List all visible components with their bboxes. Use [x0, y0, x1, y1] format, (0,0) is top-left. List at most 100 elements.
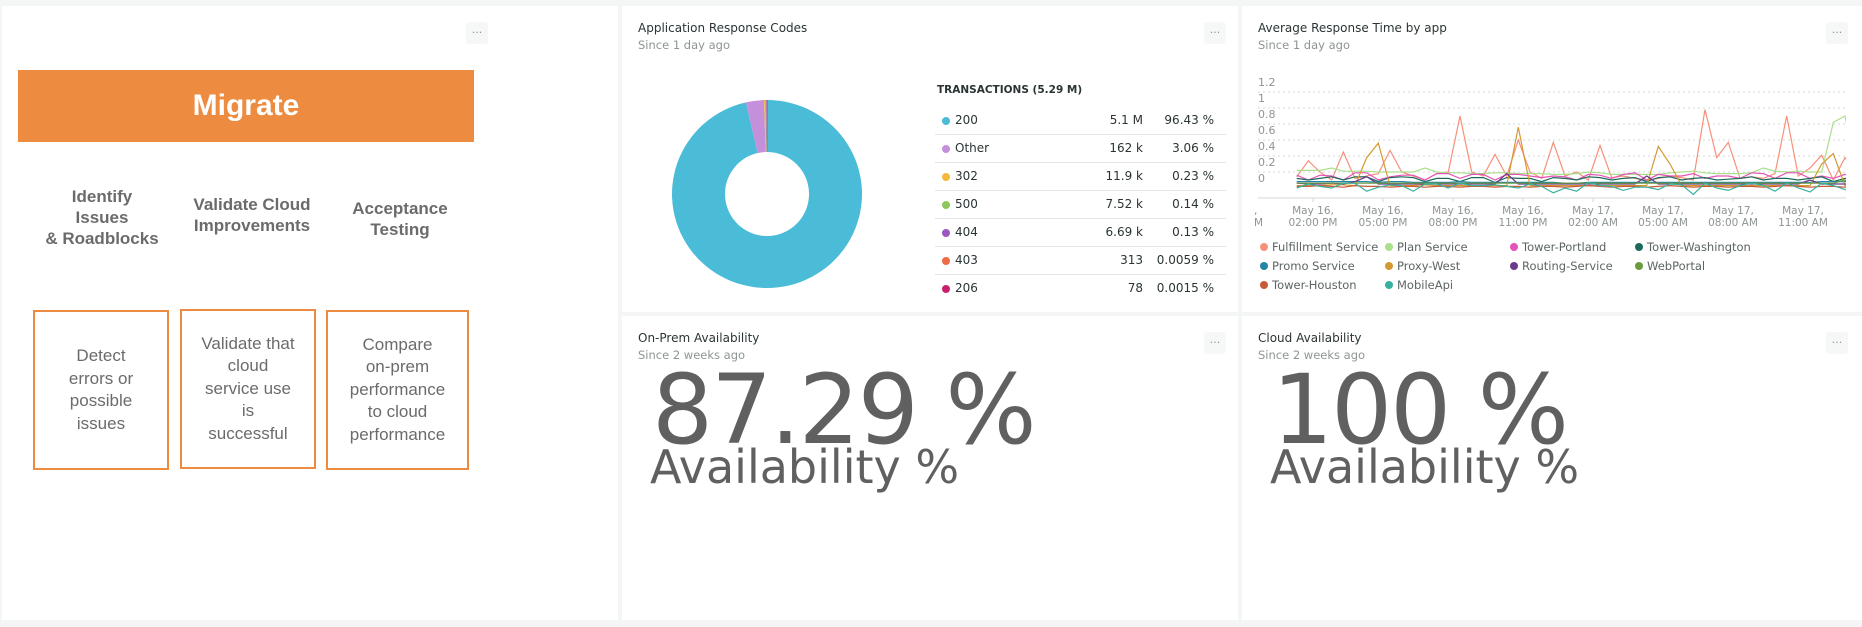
step-box-compare: Compare on-prem performance to cloud per…	[326, 310, 469, 470]
x-tick-label: May 17, 02:00 AM	[1568, 205, 1618, 226]
response-code: Other	[955, 141, 990, 155]
widget-title: Cloud Availability	[1258, 331, 1362, 345]
transaction-row[interactable]: 404 6.69 k 0.13 %	[935, 219, 1226, 247]
legend-item[interactable]: WebPortal	[1635, 259, 1705, 273]
legend-dot-icon	[942, 145, 950, 153]
column-heading-identify: Identify Issues & Roadblocks	[45, 187, 159, 248]
x-tick-label: May 17, 08:00 AM	[1708, 205, 1758, 226]
x-tick-label: May 16, 02:00 PM	[1289, 205, 1338, 226]
legend-dot-icon	[942, 201, 950, 209]
y-tick-label: 0.2	[1258, 156, 1276, 169]
legend-dot-icon	[1385, 262, 1393, 270]
series-line-fulfillment-service[interactable]	[1296, 109, 1862, 182]
legend-item[interactable]: MobileApi	[1385, 278, 1453, 292]
column-heading-acceptance: Acceptance Testing	[352, 199, 448, 239]
response-code: 404	[955, 225, 978, 239]
legend-item[interactable]: Fulfillment Service	[1260, 240, 1378, 254]
widget-menu-button[interactable]: ...	[466, 22, 488, 44]
legend-item[interactable]: Tower-Washington	[1635, 240, 1751, 254]
transaction-count: 7.52 k	[1105, 197, 1143, 211]
legend-label: Tower-Washington	[1647, 240, 1751, 254]
y-tick-label: 0.4	[1258, 140, 1276, 153]
legend-label: Proxy-West	[1397, 259, 1461, 273]
legend-item[interactable]: Proxy-West	[1385, 259, 1460, 273]
response-code: 302	[955, 169, 978, 183]
legend-item[interactable]: Tower-Houston	[1260, 278, 1357, 292]
legend-dot-icon	[1385, 243, 1393, 251]
widget-title: Average Response Time by app	[1258, 21, 1447, 35]
y-tick-label: 1	[1258, 92, 1265, 105]
transaction-count: 11.9 k	[1105, 169, 1143, 183]
transaction-count: 78	[1127, 281, 1143, 295]
legend-item[interactable]: Promo Service	[1260, 259, 1355, 273]
widget-subtitle: Since 1 day ago	[1258, 38, 1350, 52]
widget-menu-button[interactable]: ...	[1204, 332, 1226, 354]
response-codes-widget: Application Response Codes Since 1 day a…	[622, 6, 1238, 312]
legend-dot-icon	[1510, 262, 1518, 270]
transaction-row[interactable]: 206 78 0.0015 %	[935, 275, 1226, 303]
legend-dot-icon	[942, 285, 950, 293]
transactions-header: TRANSACTIONS (5.29 M)	[937, 84, 1083, 96]
widget-subtitle: Since 1 day ago	[638, 38, 730, 52]
widget-title: On-Prem Availability	[638, 331, 760, 345]
legend-label: WebPortal	[1647, 259, 1706, 273]
response-code: 206	[955, 281, 978, 295]
legend-dot-icon	[942, 173, 950, 181]
widget-title: Application Response Codes	[638, 21, 808, 35]
column-heading-validate: Validate Cloud Improvements	[193, 195, 311, 235]
transaction-count: 5.1 M	[1109, 113, 1143, 127]
transaction-row[interactable]: 403 313 0.0059 %	[935, 247, 1226, 275]
transaction-row[interactable]: 500 7.52 k 0.14 %	[935, 191, 1226, 219]
x-tick-label: May 17, 05:00 AM	[1638, 205, 1688, 226]
availability-label: Availability %	[650, 440, 960, 494]
transaction-count: 313	[1120, 253, 1143, 267]
migrate-banner: Migrate	[18, 70, 474, 142]
legend-dot-icon	[1260, 281, 1268, 289]
x-tick-label: May 17, 11:00 AM	[1778, 205, 1828, 226]
onprem-availability-widget: On-Prem Availability Since 2 weeks ago .…	[622, 316, 1238, 620]
legend-dot-icon	[1635, 262, 1643, 270]
legend-label: Tower-Houston	[1272, 278, 1357, 292]
legend-label: Fulfillment Service	[1272, 240, 1379, 254]
availability-label: Availability %	[1270, 440, 1580, 494]
response-code: 500	[955, 197, 978, 211]
legend-label: Tower-Portland	[1522, 240, 1607, 254]
transaction-percent: 0.0015 %	[1156, 281, 1214, 295]
transaction-row[interactable]: Other 162 k 3.06 %	[935, 135, 1226, 163]
legend-item[interactable]: Plan Service	[1385, 240, 1468, 254]
legend-item[interactable]: Tower-Portland	[1510, 240, 1606, 254]
transactions-table: 200 5.1 M 96.43 % Other 162 k 3.06 % 302 11.9 k…	[935, 107, 1226, 303]
legend-dot-icon	[942, 117, 950, 125]
migrate-widget: ... Migrate Identify Issues & Roadblocks…	[2, 6, 618, 620]
y-tick-label: 0	[1258, 172, 1265, 185]
response-time-line-chart: 0 0.2 0.4 0.6 0.8 1 1.2 May 16, 02:00 PM May 16, 0…	[1254, 76, 1862, 226]
x-tick-label: May 16, 05:00 PM	[1359, 205, 1408, 226]
transaction-row[interactable]: 200 5.1 M 96.43 %	[935, 107, 1226, 135]
legend-label: MobileApi	[1397, 278, 1454, 292]
response-codes-donut	[672, 100, 862, 288]
x-tick-label-partial: ,M	[1254, 205, 1263, 226]
transaction-percent: 0.14 %	[1172, 197, 1214, 211]
legend-dot-icon	[1260, 243, 1268, 251]
widget-menu-button[interactable]: ...	[1826, 332, 1848, 354]
legend-label: Routing-Service	[1522, 259, 1613, 273]
step-box-validate: Validate that cloud service use is succe…	[180, 309, 316, 469]
transaction-percent: 0.0059 %	[1156, 253, 1214, 267]
transaction-percent: 3.06 %	[1172, 141, 1214, 155]
legend-dot-icon	[1635, 243, 1643, 251]
transaction-percent: 96.43 %	[1164, 113, 1214, 127]
y-tick-label: 0.8	[1258, 108, 1276, 121]
legend-dot-icon	[1260, 262, 1268, 270]
x-tick-label: May 16, 11:00 PM	[1499, 205, 1548, 226]
widget-menu-button[interactable]: ...	[1204, 22, 1226, 44]
legend-dot-icon	[942, 257, 950, 265]
transaction-row[interactable]: 302 11.9 k 0.23 %	[935, 163, 1226, 191]
x-tick-label: May 16, 08:00 PM	[1429, 205, 1478, 226]
y-tick-label: 0.6	[1258, 124, 1276, 137]
response-time-widget: Average Response Time by app Since 1 day…	[1242, 6, 1862, 312]
widget-menu-button[interactable]: ...	[1826, 22, 1848, 44]
legend-item[interactable]: Routing-Service	[1510, 259, 1613, 273]
step-box-detect: Detect errors or possible issues	[33, 310, 169, 470]
transaction-count: 162 k	[1109, 141, 1143, 155]
cloud-availability-widget: Cloud Availability Since 2 weeks ago ...…	[1242, 316, 1862, 620]
